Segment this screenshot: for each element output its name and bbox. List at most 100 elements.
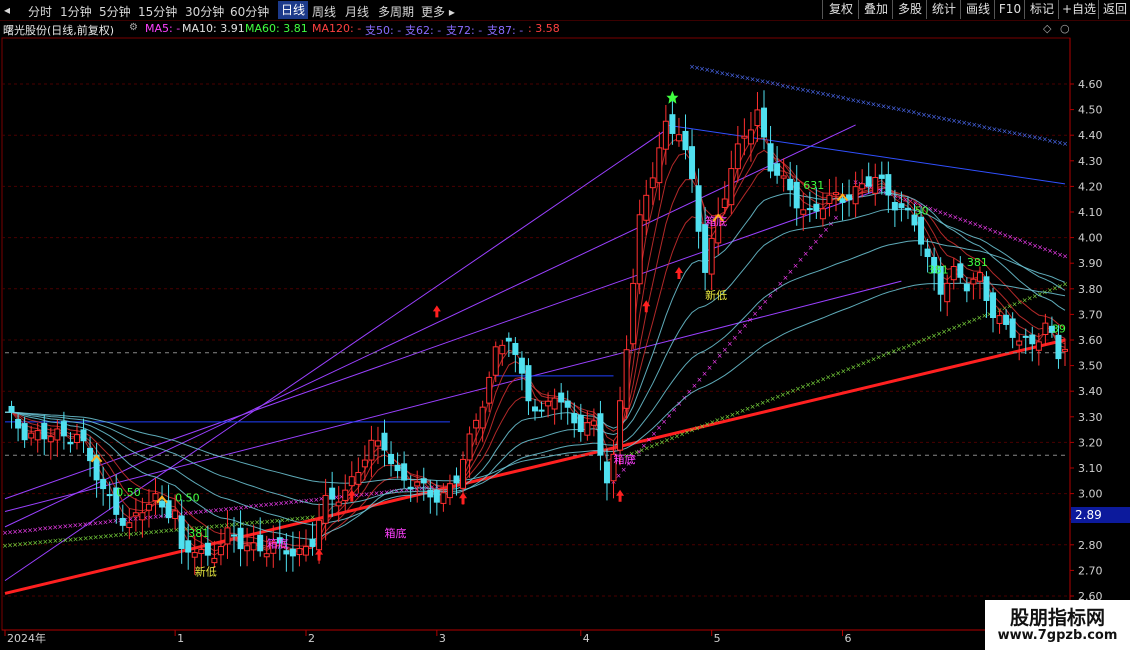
toolbar-button-5[interactable]: F10 xyxy=(994,0,1025,19)
ma5-value: MA5: - xyxy=(145,22,181,35)
period-tab-2[interactable]: 5分钟 xyxy=(99,3,131,20)
toolbar-button-7[interactable]: +自选 xyxy=(1058,0,1099,19)
candle-body xyxy=(1009,318,1016,338)
candle-body xyxy=(1003,314,1010,325)
candle-body xyxy=(551,397,558,410)
candle-body xyxy=(728,168,735,206)
toolbar-button-1[interactable]: 叠加 xyxy=(858,0,893,19)
y-tick-label: 4.30 xyxy=(1078,155,1103,168)
toolbar-button-3[interactable]: 统计 xyxy=(926,0,961,19)
candle-body xyxy=(885,174,892,196)
candle-body xyxy=(800,209,807,215)
main-support xyxy=(4,338,1066,595)
x-tick-label: 5 xyxy=(714,632,721,645)
period-tab-4[interactable]: 30分钟 xyxy=(185,3,224,20)
period-tab-10[interactable]: 更多 ▸ xyxy=(421,3,455,20)
y-tick-label: 3.70 xyxy=(1078,308,1103,321)
candle-body xyxy=(73,434,80,444)
signal-label: 新低 xyxy=(705,288,727,302)
signal-label: 0.50 xyxy=(116,486,140,499)
candle-body xyxy=(950,266,957,281)
period-tab-5[interactable]: 60分钟 xyxy=(230,3,269,20)
candle-body xyxy=(761,107,768,138)
signal-label: 0.50 xyxy=(175,491,200,504)
candle-body xyxy=(944,282,951,303)
toolbar-button-6[interactable]: 标记 xyxy=(1024,0,1059,19)
settings-gear-icon[interactable]: ⚙ xyxy=(129,22,138,33)
period-tab-6[interactable]: 日线 xyxy=(278,1,309,19)
candlestick-chart: × × × × × × × × × × × × × × × × × × × × × × × × × × × × × × × × × × × × × × × ×… xyxy=(1,37,1103,645)
signal-label: 箱底 xyxy=(705,214,727,228)
toolbar-button-2[interactable]: 多股 xyxy=(892,0,927,19)
signal-label: 381 xyxy=(928,263,949,276)
y-tick-label: 4.10 xyxy=(1078,206,1103,219)
candle-body xyxy=(525,365,532,402)
diamond-icon[interactable]: ◇ xyxy=(1043,22,1051,35)
candle-body xyxy=(918,216,925,245)
fan-3 xyxy=(4,185,889,500)
period-tab-0[interactable]: 分时 xyxy=(28,3,52,20)
up-arrow-icon xyxy=(432,305,441,318)
candle-body xyxy=(532,406,538,412)
candle-body xyxy=(617,400,624,451)
candle-body xyxy=(872,177,879,194)
candle-body xyxy=(970,278,977,285)
back-arrow-icon[interactable]: ◂ xyxy=(4,3,10,17)
candle-body xyxy=(34,430,41,441)
candle-body xyxy=(420,478,427,484)
toolbar-button-8[interactable]: 返回 xyxy=(1098,0,1130,19)
candle-body xyxy=(67,441,74,445)
toolbar-button-0[interactable]: 复权 xyxy=(822,0,859,19)
candle-body xyxy=(139,512,146,521)
candle-body xyxy=(512,342,519,355)
candle-body xyxy=(8,405,15,413)
candle-body xyxy=(558,392,565,403)
y-tick-label: 3.30 xyxy=(1078,411,1103,424)
ma10-value: MA10: 3.91 xyxy=(182,22,245,35)
candle-body xyxy=(649,177,656,189)
toolbar-button-4[interactable]: 画线 xyxy=(960,0,995,19)
watermark-title: 股朋指标网 xyxy=(1009,607,1105,629)
candle-body xyxy=(545,400,552,407)
candle-body xyxy=(224,527,231,545)
period-tab-1[interactable]: 1分钟 xyxy=(60,3,92,20)
candle-body xyxy=(244,545,251,552)
candle-body xyxy=(675,134,682,142)
candle-body xyxy=(126,522,133,529)
period-tab-7[interactable]: 周线 xyxy=(312,3,336,20)
y-tick-label: 2.70 xyxy=(1078,564,1103,577)
candle-body xyxy=(702,224,709,273)
candle-body xyxy=(990,292,997,319)
candle-body xyxy=(47,436,54,443)
period-tab-8[interactable]: 月线 xyxy=(345,3,369,20)
y-tick-label: 4.50 xyxy=(1078,104,1103,117)
candle-body xyxy=(741,135,748,139)
candle-body xyxy=(335,501,342,507)
candle-body xyxy=(636,214,643,285)
period-tab-9[interactable]: 多周期 xyxy=(378,3,414,20)
candle-body xyxy=(878,174,885,179)
candle-body xyxy=(172,510,179,519)
candle-body xyxy=(204,542,211,556)
x-tick-label: 6 xyxy=(845,632,852,645)
candle-body xyxy=(630,282,637,345)
period-tab-3[interactable]: 15分钟 xyxy=(138,3,177,20)
candle-body xyxy=(754,109,761,127)
candle-body xyxy=(322,494,329,524)
stock-label[interactable]: 曙光股份(日线,前复权) xyxy=(3,22,114,38)
candle-body xyxy=(571,413,578,424)
candle-body xyxy=(859,183,866,190)
top-toolbar: 分时 1分钟 5分钟 15分钟 30分钟 60分钟 日线 周线 月线 多周期 更多 ▸ ◂ 复权 叠加 多股… xyxy=(0,0,1130,21)
watermark-badge: 股朋指标网 www.7gpzb.com xyxy=(985,600,1130,650)
candle-body xyxy=(767,143,774,172)
x-tick-label: 1 xyxy=(177,632,184,645)
candle-body xyxy=(597,413,604,456)
candle-body xyxy=(904,207,911,211)
candle-body xyxy=(891,201,898,211)
candle-body xyxy=(361,459,368,468)
candle-body xyxy=(1029,334,1036,345)
circle-icon[interactable]: ○ xyxy=(1060,22,1070,35)
y-tick-label: 4.20 xyxy=(1078,180,1103,193)
ema-line-89 xyxy=(5,282,1066,484)
signal-label: 631 xyxy=(803,179,824,192)
